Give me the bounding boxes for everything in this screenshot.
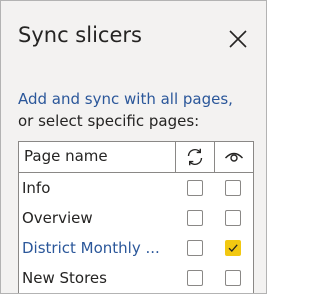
table-row: Info — [19, 173, 253, 203]
eye-icon — [224, 152, 244, 162]
column-header-visible — [214, 142, 254, 172]
table-header: Page name — [19, 142, 253, 173]
column-header-page-name: Page name — [24, 147, 108, 165]
sync-checkbox[interactable] — [187, 270, 203, 286]
select-specific-pages-text: or select specific pages: — [18, 112, 200, 130]
close-button[interactable] — [227, 28, 249, 50]
column-header-sync — [175, 142, 214, 172]
sync-checkbox[interactable] — [187, 210, 203, 226]
sync-checkbox[interactable] — [187, 180, 203, 196]
table-row: District Monthly ... — [19, 233, 253, 263]
sync-slicers-pane: Sync slicers Add and sync with all pages… — [0, 0, 267, 294]
pane-header: Sync slicers — [1, 1, 266, 81]
visible-checkbox[interactable] — [225, 180, 241, 196]
sync-icon — [187, 148, 203, 166]
pane-title: Sync slicers — [18, 23, 142, 47]
sync-checkbox[interactable] — [187, 240, 203, 256]
table-row: Overview — [19, 203, 253, 233]
add-and-sync-all-pages-link[interactable]: Add and sync with all pages, — [18, 90, 233, 108]
page-name-district-monthly[interactable]: District Monthly ... — [22, 239, 160, 257]
visible-checkbox-checked[interactable] — [225, 240, 241, 256]
page-name-info[interactable]: Info — [22, 179, 50, 197]
close-icon — [229, 30, 247, 48]
visible-checkbox[interactable] — [225, 210, 241, 226]
page-name-new-stores[interactable]: New Stores — [22, 269, 107, 287]
page-name-overview[interactable]: Overview — [22, 209, 93, 227]
visible-checkbox[interactable] — [225, 270, 241, 286]
pages-table: Page name Info Overview District Monthly… — [18, 141, 254, 293]
checkmark-icon — [228, 244, 238, 252]
table-row: New Stores — [19, 263, 253, 293]
